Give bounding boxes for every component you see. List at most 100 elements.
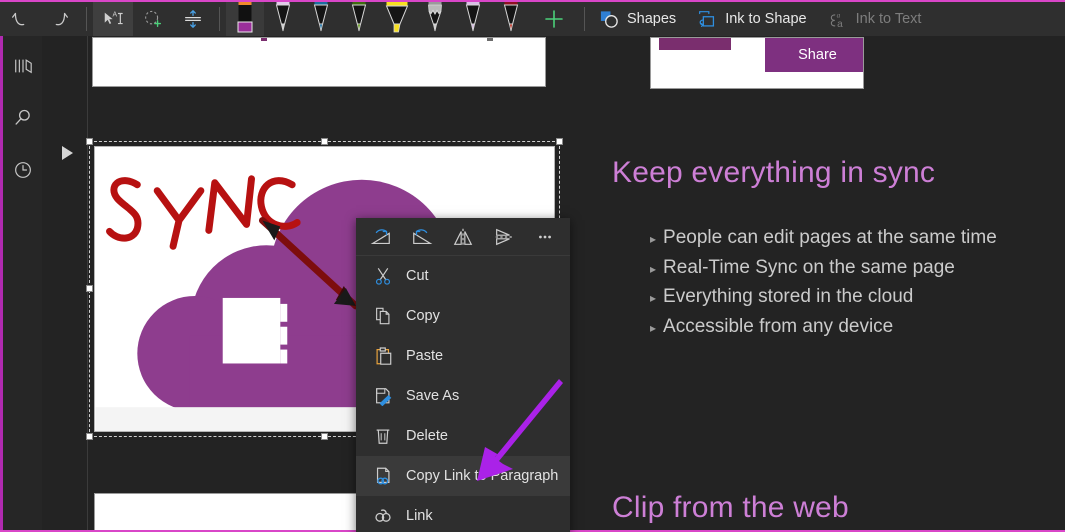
context-menu-item-link[interactable]: Link [356, 496, 570, 532]
flip-vertical-icon [495, 228, 513, 245]
bullet-glyph: ▸ [650, 320, 657, 335]
pen-icon [465, 2, 481, 32]
toolbar-divider-1 [86, 7, 87, 31]
ellipsis-icon [538, 235, 551, 238]
left-navigation-rail [0, 36, 42, 532]
highlighter-icon [385, 2, 409, 33]
resize-handle-w[interactable] [86, 285, 93, 292]
shapes-button[interactable]: Shapes [591, 2, 688, 36]
bullet-glyph: ▸ [650, 261, 657, 276]
lasso-icon [145, 10, 162, 28]
paragraph-collapse-handle[interactable] [62, 146, 73, 160]
context-menu-item-copy[interactable]: Copy [356, 296, 570, 336]
trash-icon [376, 429, 390, 444]
ink-to-shape-icon [699, 10, 715, 27]
context-menu-item-cut[interactable]: Cut [356, 256, 570, 296]
context-menu-item-save-as[interactable]: Save As [356, 376, 570, 416]
pen-tool-4[interactable] [340, 2, 378, 36]
rotate-left-button[interactable] [403, 220, 442, 254]
context-menu-item-copy-link-to-paragraph[interactable]: Copy Link to Paragraph [356, 456, 570, 496]
pencil-tool[interactable] [416, 2, 454, 36]
context-menu-label: Copy Link to Paragraph [406, 468, 559, 484]
clock-icon [14, 162, 31, 178]
ink-to-shape-label: Ink to Shape [725, 11, 807, 27]
pen-icon [275, 2, 291, 32]
resize-handle-nw[interactable] [86, 138, 93, 145]
flip-horizontal-icon [453, 228, 473, 245]
page-image-clip-top[interactable] [92, 37, 546, 87]
draw-toolbar: A Shapes Ink to Shape a a Ink to Text [0, 2, 1065, 36]
redo-button[interactable] [40, 2, 80, 36]
plus-icon [545, 10, 563, 28]
pen-tool-2[interactable] [264, 2, 302, 36]
clip-mark-gray [487, 38, 493, 41]
scissors-icon [375, 268, 391, 285]
pen-icon [503, 2, 519, 32]
list-item-label: Everything stored in the cloud [663, 286, 914, 307]
toolbar-divider-2 [219, 7, 220, 31]
context-menu-label: Link [406, 508, 433, 524]
clip-mark-purple [261, 38, 267, 41]
undo-icon [12, 12, 25, 26]
pencil-icon [428, 2, 442, 32]
pen-icon [351, 2, 367, 32]
page-image-clip-share[interactable]: Share [650, 37, 864, 89]
undo-button[interactable] [0, 2, 40, 36]
sidebar-item-search[interactable] [6, 102, 40, 134]
shapes-icon [600, 10, 618, 28]
redo-icon [55, 12, 68, 26]
context-menu-item-delete[interactable]: Delete [356, 416, 570, 456]
resize-handle-ne[interactable] [556, 138, 563, 145]
highlighter-tool[interactable] [378, 2, 416, 36]
copy-icon [376, 307, 390, 325]
sync-bullet-list: ▸ People can edit pages at the same time… [650, 224, 997, 342]
page-margin-rule [87, 36, 88, 532]
list-item-label: Accessible from any device [663, 315, 894, 337]
svg-text:a: a [837, 18, 843, 29]
resize-handle-n[interactable] [321, 138, 328, 145]
link-page-icon [376, 467, 390, 485]
list-item: ▸ Accessible from any device [650, 313, 997, 343]
more-options-button[interactable] [525, 220, 564, 254]
pen-icon [313, 2, 329, 32]
sidebar-item-notebooks[interactable] [6, 50, 40, 82]
bullet-glyph: ▸ [650, 232, 657, 246]
rotate-left-icon [413, 228, 433, 244]
bullet-glyph: ▸ [650, 291, 657, 305]
ruler-icon [185, 10, 201, 28]
clipboard-icon [376, 347, 392, 365]
lasso-select-button[interactable] [133, 2, 173, 36]
list-item: ▸ Everything stored in the cloud [650, 283, 997, 313]
pen-tool-1[interactable] [226, 2, 264, 36]
ink-to-shape-button[interactable]: Ink to Shape [688, 2, 818, 36]
flip-vertical-button[interactable] [484, 220, 523, 254]
context-menu-item-paste[interactable]: Paste [356, 336, 570, 376]
save-as-icon [376, 388, 392, 406]
share-button[interactable]: Share [765, 38, 863, 72]
add-pen-button[interactable] [534, 2, 574, 36]
resize-handle-sw[interactable] [86, 433, 93, 440]
context-menu-label: Save As [406, 388, 460, 404]
list-item: ▸ People can edit pages at the same time [650, 224, 997, 254]
onenote-window: A Shapes Ink to Shape a a Ink to Text Sh… [0, 0, 1065, 532]
context-menu-toolbar [356, 218, 570, 256]
ink-to-text-icon: a a [830, 10, 843, 29]
ink-to-text-label: Ink to Text [855, 11, 922, 27]
svg-text:A: A [113, 11, 118, 18]
resize-handle-s[interactable] [321, 433, 328, 440]
pen-tool-3[interactable] [302, 2, 340, 36]
search-icon [14, 109, 30, 125]
ruler-button[interactable] [173, 2, 213, 36]
rotate-right-button[interactable] [362, 220, 401, 254]
pen-tool-8[interactable] [492, 2, 530, 36]
notebooks-icon [14, 59, 32, 74]
list-item-label: People can edit pages at the same time [663, 227, 997, 248]
section-heading-sync: Keep everything in sync [612, 156, 936, 189]
select-tool-button[interactable]: A [93, 2, 133, 36]
page-image-clip-bottom[interactable] [94, 493, 396, 532]
flip-horizontal-button[interactable] [444, 220, 483, 254]
link-icon [375, 509, 391, 522]
pen-tool-7[interactable] [454, 2, 492, 36]
sidebar-item-recent[interactable] [6, 154, 40, 186]
context-menu-label: Delete [406, 428, 448, 444]
